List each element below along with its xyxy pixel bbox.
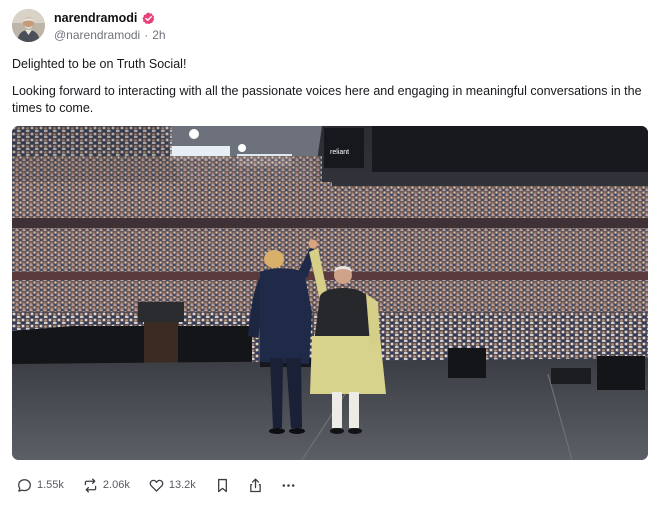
bookmark-button[interactable] — [214, 477, 231, 494]
more-options-button[interactable] — [280, 477, 297, 494]
author-handle[interactable]: @narendramodi — [54, 28, 140, 42]
reply-button[interactable]: 1.55k — [16, 477, 64, 494]
post-timestamp[interactable]: 2h — [152, 28, 165, 42]
reply-icon — [18, 478, 31, 492]
retruth-count: 2.06k — [102, 479, 130, 491]
author-display-name[interactable]: narendramodi — [54, 11, 137, 25]
like-count: 13.2k — [168, 479, 196, 491]
scoreboard-text: reliant — [330, 149, 349, 156]
verified-badge-icon — [142, 11, 155, 25]
share-button[interactable] — [247, 477, 264, 494]
share-icon — [249, 478, 261, 492]
author-meta-row: @narendramodi · 2h — [54, 28, 166, 42]
like-button[interactable]: 13.2k — [148, 477, 196, 494]
avatar[interactable] — [12, 9, 45, 42]
reply-count: 1.55k — [37, 479, 64, 491]
post-text-paragraph: Delighted to be on Truth Social! — [12, 57, 187, 71]
meta-separator: · — [144, 28, 149, 42]
stadium-photo: reliant — [12, 126, 648, 460]
like-icon — [149, 479, 164, 492]
post-text-paragraph: Looking forward to interacting with all … — [12, 84, 642, 115]
avatar-image — [12, 9, 45, 42]
bookmark-icon — [217, 478, 227, 492]
post-media-photo[interactable]: reliant — [12, 126, 648, 460]
author-name-row: narendramodi — [54, 10, 155, 26]
post: narendramodi @narendramodi · 2h Delighte… — [0, 0, 660, 507]
more-icon — [282, 483, 295, 487]
post-actions-bar: 1.55k 2.06k 13.2k — [16, 474, 313, 496]
retruth-button[interactable]: 2.06k — [82, 477, 130, 494]
retruth-icon — [84, 477, 97, 493]
